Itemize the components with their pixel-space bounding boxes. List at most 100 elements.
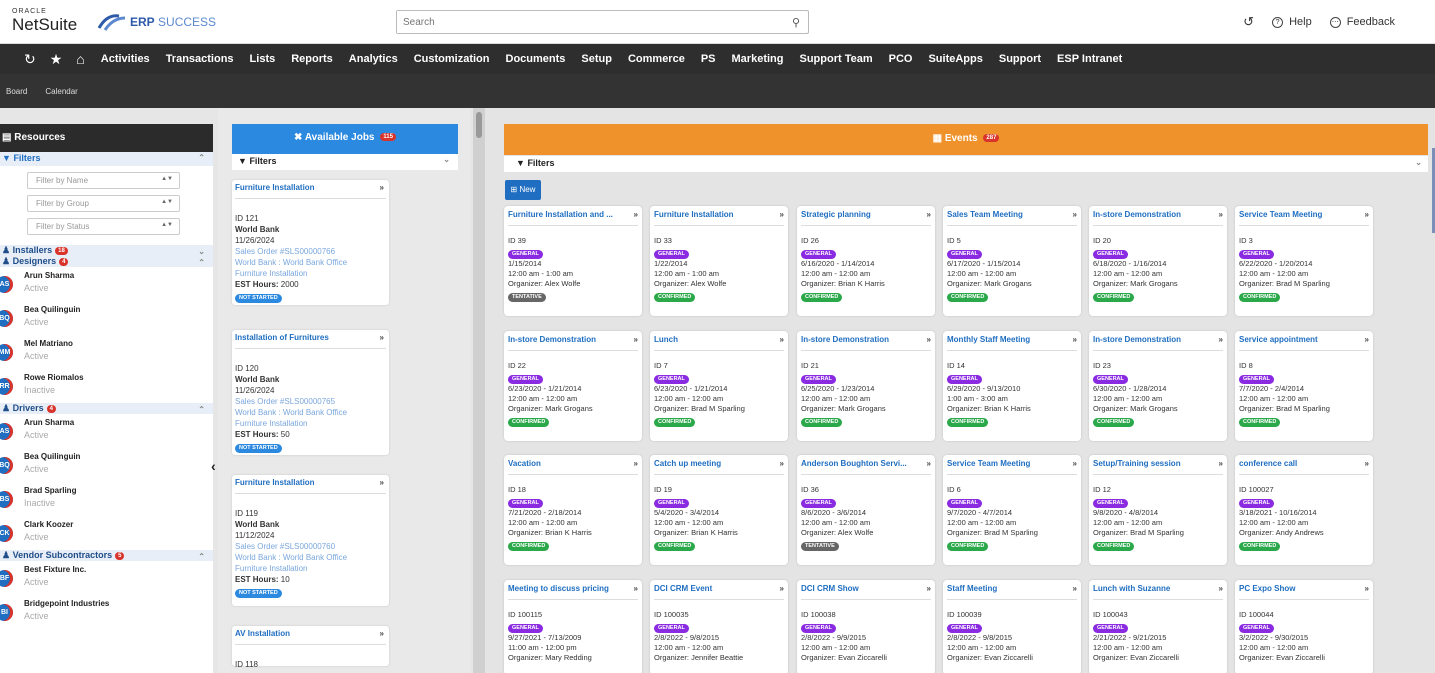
sales-order-link[interactable]: Sales Order #SLS00000760 xyxy=(235,541,386,552)
expand-icon[interactable]: » xyxy=(924,210,931,219)
nav-item-transactions[interactable]: Transactions xyxy=(166,53,234,65)
expand-icon[interactable]: » xyxy=(1362,459,1369,468)
job-title[interactable]: Furniture Installation » xyxy=(235,183,386,199)
event-title[interactable]: Furniture Installation » xyxy=(654,210,784,226)
filter-by-group-select[interactable]: Filter by Group ▲▼ xyxy=(27,195,180,212)
expand-icon[interactable]: » xyxy=(1070,584,1077,593)
event-title[interactable]: Service Team Meeting » xyxy=(1239,210,1369,226)
expand-icon[interactable]: » xyxy=(1362,335,1369,344)
location-link[interactable]: World Bank : World Bank Office xyxy=(235,552,386,563)
event-title[interactable]: In-store Demonstration » xyxy=(508,335,638,351)
event-card[interactable]: conference call » ID 100027 GENERAL 3/18/202… xyxy=(1235,455,1373,565)
job-title[interactable]: Furniture Installation » xyxy=(235,478,386,494)
resource-person[interactable]: BS Brad Sparling Inactive xyxy=(0,482,213,516)
job-title[interactable]: AV Installation » xyxy=(235,629,386,645)
expand-icon[interactable]: » xyxy=(777,335,784,344)
event-card[interactable]: Furniture Installation » ID 33 GENERAL 1/22/… xyxy=(650,206,788,316)
event-card[interactable]: Vacation » ID 18 GENERAL 7/21/2020 - 2/18/20… xyxy=(504,455,642,565)
recent-records-icon[interactable]: ↺ xyxy=(1243,14,1254,30)
event-card[interactable]: Setup/Training session » ID 12 GENERAL 9/8/2… xyxy=(1089,455,1227,565)
expand-icon[interactable]: » xyxy=(777,459,784,468)
nav-item-marketing[interactable]: Marketing xyxy=(732,53,784,65)
location-link[interactable]: World Bank : World Bank Office xyxy=(235,257,386,268)
event-card[interactable]: Sales Team Meeting » ID 5 GENERAL 6/17/2020 … xyxy=(943,206,1081,316)
expand-icon[interactable]: » xyxy=(1216,210,1223,219)
filter-by-status-select[interactable]: Filter by Status ▲▼ xyxy=(27,218,180,235)
resource-person[interactable]: MM Mel Matriano Active xyxy=(0,335,213,369)
expand-icon[interactable]: » xyxy=(631,584,638,593)
expand-icon[interactable]: » xyxy=(631,335,638,344)
global-search[interactable]: ⚲ xyxy=(396,10,809,34)
event-card[interactable]: Service Team Meeting » ID 3 GENERAL 6/22/202… xyxy=(1235,206,1373,316)
event-title[interactable]: Anderson Boughton Servi... » xyxy=(801,459,931,475)
resource-person[interactable]: BI Bridgepoint Industries Active xyxy=(0,595,213,629)
event-title[interactable]: Furniture Installation and ... » xyxy=(508,210,638,226)
resource-person[interactable]: BQ Bea Quilinguin Active xyxy=(0,448,213,482)
group-designers[interactable]: ♟ Designers 4 ⌃ xyxy=(0,256,213,267)
expand-icon[interactable]: » xyxy=(1216,584,1223,593)
event-title[interactable]: DCI CRM Event » xyxy=(654,584,784,600)
nav-item-documents[interactable]: Documents xyxy=(506,53,566,65)
event-card[interactable]: Lunch » ID 7 GENERAL 6/23/2020 - 1/21/2014 12… xyxy=(650,331,788,441)
event-card[interactable]: Strategic planning » ID 26 GENERAL 6/16/2020… xyxy=(797,206,935,316)
resource-person[interactable]: BQ Bea Quilinguin Active xyxy=(0,301,213,335)
expand-icon[interactable]: » xyxy=(924,335,931,344)
event-card[interactable]: Catch up meeting » ID 19 GENERAL 5/4/2020 - … xyxy=(650,455,788,565)
group-vendor-subcontractors[interactable]: ♟ Vendor Subcontractors 5 ⌃ xyxy=(0,550,213,561)
event-title[interactable]: Strategic planning » xyxy=(801,210,931,226)
search-icon[interactable]: ⚲ xyxy=(792,16,800,29)
nav-item-suiteapps[interactable]: SuiteApps xyxy=(928,53,982,65)
event-title[interactable]: conference call » xyxy=(1239,459,1369,475)
job-card[interactable]: AV Installation » ID 118 xyxy=(232,626,389,669)
scrollbar-thumb[interactable] xyxy=(476,112,482,138)
job-type-link[interactable]: Furniture Installation xyxy=(235,268,386,279)
event-card[interactable]: Furniture Installation and ... » ID 39 GENE… xyxy=(504,206,642,316)
events-filters-toggle[interactable]: ▼ Filters ⌄ xyxy=(504,156,1428,172)
expand-icon[interactable]: » xyxy=(380,629,384,638)
resource-person[interactable]: AS Arun Sharma Active xyxy=(0,414,213,448)
nav-item-support-team[interactable]: Support Team xyxy=(799,53,872,65)
nav-item-reports[interactable]: Reports xyxy=(291,53,333,65)
nav-item-commerce[interactable]: Commerce xyxy=(628,53,685,65)
resource-person[interactable]: CK Clark Koozer Active xyxy=(0,516,213,550)
expand-icon[interactable]: » xyxy=(631,459,638,468)
favorites-star-icon[interactable]: ★ xyxy=(50,51,63,68)
netsuite-logo[interactable]: ORACLE NetSuite xyxy=(12,8,77,33)
event-card[interactable]: In-store Demonstration » ID 20 GENERAL 6/18/… xyxy=(1089,206,1227,316)
job-type-link[interactable]: Furniture Installation xyxy=(235,418,386,429)
event-card[interactable]: Monthly Staff Meeting » ID 14 GENERAL 6/29/2… xyxy=(943,331,1081,441)
nav-item-customization[interactable]: Customization xyxy=(414,53,490,65)
nav-item-lists[interactable]: Lists xyxy=(250,53,276,65)
event-card[interactable]: In-store Demonstration » ID 22 GENERAL 6/23/… xyxy=(504,331,642,441)
resources-filters-toggle[interactable]: ▼ Filters ⌃ xyxy=(0,152,213,166)
resource-person[interactable]: AS Arun Sharma Active xyxy=(0,267,213,301)
job-card[interactable]: Installation of Furnitures » ID 120 World B… xyxy=(232,330,389,455)
event-card[interactable]: PC Expo Show » ID 100044 GENERAL 3/2/2022 - … xyxy=(1235,580,1373,673)
expand-icon[interactable]: » xyxy=(777,584,784,593)
collapse-panel-icon[interactable]: ‹ xyxy=(211,458,216,474)
expand-icon[interactable]: » xyxy=(631,210,638,219)
filter-by-name-select[interactable]: Filter by Name ▲▼ xyxy=(27,172,180,189)
event-title[interactable]: Monthly Staff Meeting » xyxy=(947,335,1077,351)
job-card[interactable]: Furniture Installation » ID 121 World Bank 1… xyxy=(232,180,389,305)
event-title[interactable]: Lunch with Suzanne » xyxy=(1093,584,1223,600)
home-icon[interactable]: ⌂ xyxy=(76,51,84,67)
expand-icon[interactable]: » xyxy=(924,584,931,593)
event-card[interactable]: Staff Meeting » ID 100039 GENERAL 2/8/2022 -… xyxy=(943,580,1081,673)
expand-icon[interactable]: » xyxy=(1362,210,1369,219)
event-title[interactable]: PC Expo Show » xyxy=(1239,584,1369,600)
expand-icon[interactable]: » xyxy=(777,210,784,219)
event-title[interactable]: Lunch » xyxy=(654,335,784,351)
job-title[interactable]: Installation of Furnitures » xyxy=(235,333,386,349)
help-link[interactable]: ? Help xyxy=(1272,16,1312,28)
event-card[interactable]: Service appointment » ID 8 GENERAL 7/7/2020 … xyxy=(1235,331,1373,441)
new-event-button[interactable]: ⊞ New xyxy=(505,180,541,200)
sales-order-link[interactable]: Sales Order #SLS00000766 xyxy=(235,246,386,257)
feedback-link[interactable]: ⋯ Feedback xyxy=(1329,16,1395,28)
event-title[interactable]: Service appointment » xyxy=(1239,335,1369,351)
jobs-filters-toggle[interactable]: ▼ Filters ⌄ xyxy=(232,154,458,170)
event-title[interactable]: Catch up meeting » xyxy=(654,459,784,475)
expand-icon[interactable]: » xyxy=(380,183,384,192)
event-card[interactable]: In-store Demonstration » ID 21 GENERAL 6/25/… xyxy=(797,331,935,441)
event-card[interactable]: Service Team Meeting » ID 6 GENERAL 9/7/2020… xyxy=(943,455,1081,565)
